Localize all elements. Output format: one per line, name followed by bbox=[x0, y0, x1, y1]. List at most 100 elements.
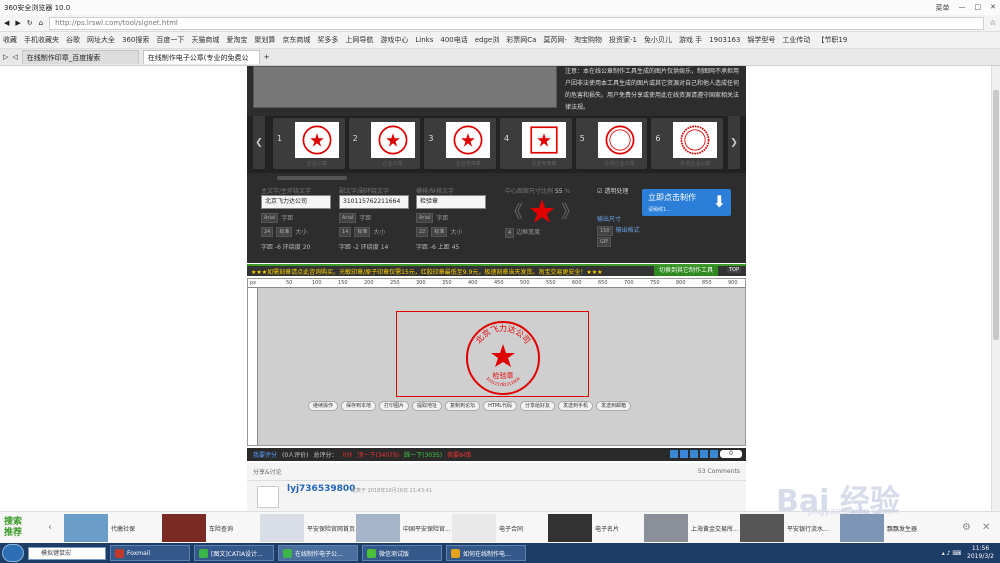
send-email-button[interactable]: 发送到邮箱 bbox=[596, 401, 632, 411]
carousel-scrollbar[interactable] bbox=[277, 176, 347, 180]
forward-icon[interactable]: ▶ bbox=[15, 19, 20, 27]
bookmark-item[interactable]: 奖多多 bbox=[317, 35, 338, 45]
rating-label[interactable]: 我要评分 bbox=[253, 450, 277, 459]
tab-baidu-search[interactable]: 在线制作印章_百度搜索 bbox=[21, 50, 139, 64]
border-width-select[interactable]: 4 bbox=[505, 228, 515, 238]
template-6[interactable]: 6 外资企业公章 bbox=[651, 118, 724, 169]
page-scrollbar[interactable] bbox=[991, 66, 1000, 511]
taskbar-search-input[interactable]: 模拟键鼠宏 bbox=[28, 546, 106, 560]
bookmark-item[interactable]: 莫芮网- bbox=[543, 35, 567, 45]
save-local-button[interactable]: 保存到本地 bbox=[341, 401, 377, 411]
home-icon[interactable]: ⌂ bbox=[39, 19, 43, 27]
back-icon[interactable]: ◀ bbox=[4, 19, 9, 27]
share-renren-icon[interactable] bbox=[700, 450, 708, 458]
ad-item[interactable]: 中国平安保险官... bbox=[356, 514, 451, 542]
bookmark-item[interactable]: 谷歌 bbox=[66, 35, 80, 45]
bookmark-item[interactable]: 360搜索 bbox=[122, 35, 149, 45]
output-format-select[interactable]: GIF bbox=[597, 237, 612, 247]
settings-gear-icon[interactable]: ⚙ bbox=[962, 522, 971, 533]
get-url-button[interactable]: 提取地址 bbox=[412, 401, 443, 411]
template-2[interactable]: 2 企业公章 bbox=[348, 118, 421, 169]
print-button[interactable]: 打印图片 bbox=[379, 401, 410, 411]
start-button[interactable] bbox=[2, 544, 24, 562]
bookmark-item[interactable]: 上网导航 bbox=[345, 35, 373, 45]
share-tencent-icon[interactable] bbox=[690, 450, 698, 458]
bookmark-item[interactable]: 手机收藏夹 bbox=[24, 35, 59, 45]
taskbar-app[interactable]: 微信测试版 bbox=[362, 545, 442, 561]
checkbox-icon[interactable]: ☑ bbox=[597, 188, 602, 195]
back-tab-icon[interactable]: ◁ bbox=[12, 53, 17, 61]
style-select[interactable]: 标准 bbox=[431, 227, 448, 237]
font-select[interactable]: Arial bbox=[261, 213, 279, 223]
transparent-option[interactable]: ☑ 透明处理 bbox=[597, 186, 628, 195]
bookmark-item[interactable]: 聚划算 bbox=[254, 35, 275, 45]
pattern-prev-icon[interactable]: 《 bbox=[505, 198, 523, 224]
comment-username[interactable]: lyj736539800 bbox=[287, 484, 355, 494]
share-qzone-icon[interactable] bbox=[670, 450, 678, 458]
style-select[interactable]: 标准 bbox=[354, 227, 371, 237]
ad-item[interactable]: 代缴社保 bbox=[64, 514, 135, 542]
menu-button[interactable]: 菜单 bbox=[936, 3, 950, 13]
clock[interactable]: 11:56 2019/3/2 bbox=[967, 545, 994, 561]
thumbs-up-link[interactable]: 顶一下(34079) bbox=[357, 450, 399, 459]
bookmark-item[interactable]: 爱淘宝 bbox=[226, 35, 247, 45]
tray-icons[interactable]: ▴ ♪ ⌨ bbox=[942, 550, 961, 557]
main-text-input[interactable]: 北京飞力达公司 bbox=[261, 195, 331, 209]
thumbs-down-link[interactable]: 踩一下(3035) bbox=[404, 450, 442, 459]
bookmark-item[interactable]: 投资家-1 bbox=[609, 35, 637, 45]
template-4[interactable]: 4 企业专用章 bbox=[500, 118, 572, 169]
bookmark-item[interactable]: Links bbox=[415, 36, 433, 44]
font-select[interactable]: Arial bbox=[416, 213, 434, 223]
pattern-next-icon[interactable]: 》 bbox=[561, 198, 579, 224]
size-select[interactable]: 24 bbox=[261, 227, 274, 237]
minimize-icon[interactable]: — bbox=[959, 3, 966, 13]
style-select[interactable]: 标准 bbox=[276, 227, 293, 237]
ads-close-icon[interactable]: ✕ bbox=[982, 522, 990, 533]
font-select[interactable]: Arial bbox=[339, 213, 357, 223]
scrollbar-thumb[interactable] bbox=[993, 90, 999, 340]
avatar[interactable] bbox=[257, 486, 279, 508]
bookmark-item[interactable]: 收藏 bbox=[3, 35, 17, 45]
comments-count[interactable]: 53 Comments bbox=[698, 468, 740, 475]
bookmark-item[interactable]: 工业传动 bbox=[782, 35, 810, 45]
sub-text-input[interactable]: 310115762211664 bbox=[339, 195, 409, 209]
size-select[interactable]: 14 bbox=[339, 227, 352, 237]
carousel-next-icon[interactable]: ❯ bbox=[728, 116, 740, 169]
carousel-prev-icon[interactable]: ❮ bbox=[253, 116, 265, 169]
report-link[interactable]: 我要纠错 bbox=[447, 450, 471, 459]
bookmark-item[interactable]: 游戏 手 bbox=[679, 35, 702, 45]
ad-item[interactable]: 车险查询 bbox=[162, 514, 233, 542]
bookmark-item[interactable]: 彩票网Ca bbox=[506, 35, 536, 45]
url-input[interactable]: http://ps.lrswl.com/tool/signet.html bbox=[49, 16, 984, 30]
copy-forum-button[interactable]: 复制到论坛 bbox=[445, 401, 481, 411]
refresh-icon[interactable]: ↻ bbox=[27, 19, 33, 27]
send-phone-button[interactable]: 发送到手机 bbox=[558, 401, 594, 411]
bookmark-item[interactable]: 免小贝儿 bbox=[644, 35, 672, 45]
bookmark-item[interactable]: 天猫商城 bbox=[191, 35, 219, 45]
ad-item[interactable]: 上海黄金交易所... bbox=[644, 514, 739, 542]
continue-button[interactable]: 继续操作 bbox=[308, 401, 339, 411]
share-more-icon[interactable] bbox=[710, 450, 718, 458]
ad-item[interactable]: 平安保险官网首页 bbox=[260, 514, 355, 542]
tab-signet-tool[interactable]: 在线制作电子公章(专业的免费公 bbox=[142, 50, 260, 64]
taskbar-app[interactable]: 如何在线制作电... bbox=[446, 545, 526, 561]
top-button[interactable]: TOP bbox=[726, 267, 741, 273]
bookmark-item[interactable]: 锦学型号 bbox=[747, 35, 775, 45]
promo-link[interactable]: ★★★如需刻章请点此咨询购买。光敏印章/原子印章仅需15元，红胶印章最低至9.9… bbox=[251, 267, 602, 276]
bookmark-item[interactable]: 淘宝购物 bbox=[574, 35, 602, 45]
center-ratio-value[interactable]: 55 bbox=[555, 188, 563, 195]
bookmark-item[interactable]: 百度一下 bbox=[156, 35, 184, 45]
bookmark-item[interactable]: 【节职19 bbox=[817, 35, 847, 45]
template-3[interactable]: 3 企业专用章 bbox=[424, 118, 497, 169]
bookmark-item[interactable]: 网址大全 bbox=[87, 35, 115, 45]
bookmark-item[interactable]: 1903163 bbox=[709, 36, 740, 44]
star-icon[interactable]: ☆ bbox=[990, 19, 996, 27]
html-code-button[interactable]: HTML代码 bbox=[483, 401, 517, 411]
ad-item[interactable]: 电子合同 bbox=[452, 514, 523, 542]
share-friend-button[interactable]: 分享给好友 bbox=[520, 401, 556, 411]
sidebar-toggle-icon[interactable]: ▷ bbox=[3, 53, 8, 61]
switch-tool-button[interactable]: 切换到其它制作工具 bbox=[653, 266, 718, 276]
share-weibo-icon[interactable] bbox=[680, 450, 688, 458]
template-5[interactable]: 5 外资企业公章 bbox=[575, 118, 648, 169]
bookmark-item[interactable]: 京东商城 bbox=[282, 35, 310, 45]
